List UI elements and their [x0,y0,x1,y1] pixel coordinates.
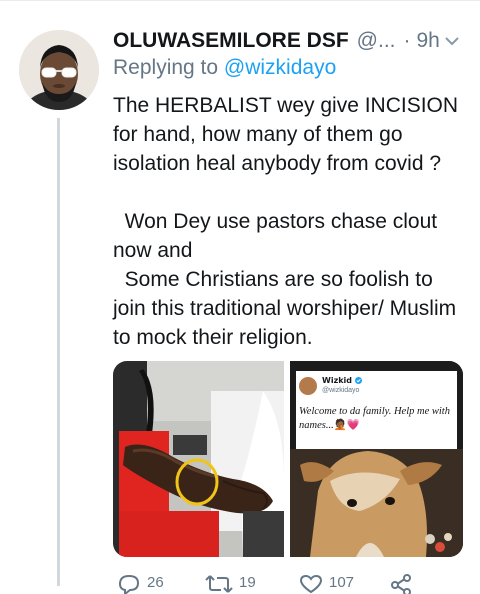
reply-mention-link[interactable]: @wizkidayo [224,56,336,79]
embedded-tweet-card: Wizkid @wizkidayo Welcome to da family. … [296,371,457,449]
replying-to-label: Replying to [113,56,219,79]
embedded-avatar [299,377,317,395]
display-name[interactable]: OLUWASEMILORE DSF [113,29,349,53]
share-icon [391,574,411,594]
top-divider [0,0,480,1]
retweet-icon [205,575,233,593]
like-count: 107 [329,574,355,591]
tweet-text: The HERBALIST wey give INCISION for hand… [113,91,465,352]
tweet-header: OLUWASEMILORE DSF @... · 9h [113,26,465,56]
media-photo-goat[interactable]: Wizkid @wizkidayo Welcome to da family. … [290,361,463,557]
hand-incision-image [113,361,284,557]
tweet-paragraph: The HERBALIST wey give INCISION for hand… [113,94,464,175]
embedded-handle: @wizkidayo [322,387,360,394]
media-grid: Wizkid @wizkidayo Welcome to da family. … [113,361,463,557]
time-separator: · [403,29,411,52]
avatar[interactable] [19,30,99,110]
chevron-down-icon[interactable] [443,32,461,50]
share-button[interactable] [389,574,419,594]
like-icon [299,574,323,594]
user-handle[interactable]: @... [357,29,396,53]
thread-line [57,118,60,586]
media-photo-hand[interactable] [113,361,284,557]
reply-icon [118,574,140,594]
verified-badge-icon [354,377,362,384]
reply-button[interactable]: 26 [117,574,164,594]
tweet-time[interactable]: 9h [417,29,440,53]
avatar-photo [19,30,99,110]
embedded-text: Welcome to da family. Help me with names… [299,406,450,431]
like-button[interactable]: 107 [299,574,354,594]
retweet-button[interactable]: 19 [205,574,256,594]
embedded-name: Wizkid [322,376,362,385]
reply-count: 26 [147,574,164,591]
retweet-count: 19 [239,574,256,591]
tweet-paragraph: Won Dey use pastors chase clout now and … [113,210,457,349]
embedded-emojis: 🤦🏾💗 [333,420,360,431]
replying-to: Replying to @wizkidayo [113,56,336,80]
